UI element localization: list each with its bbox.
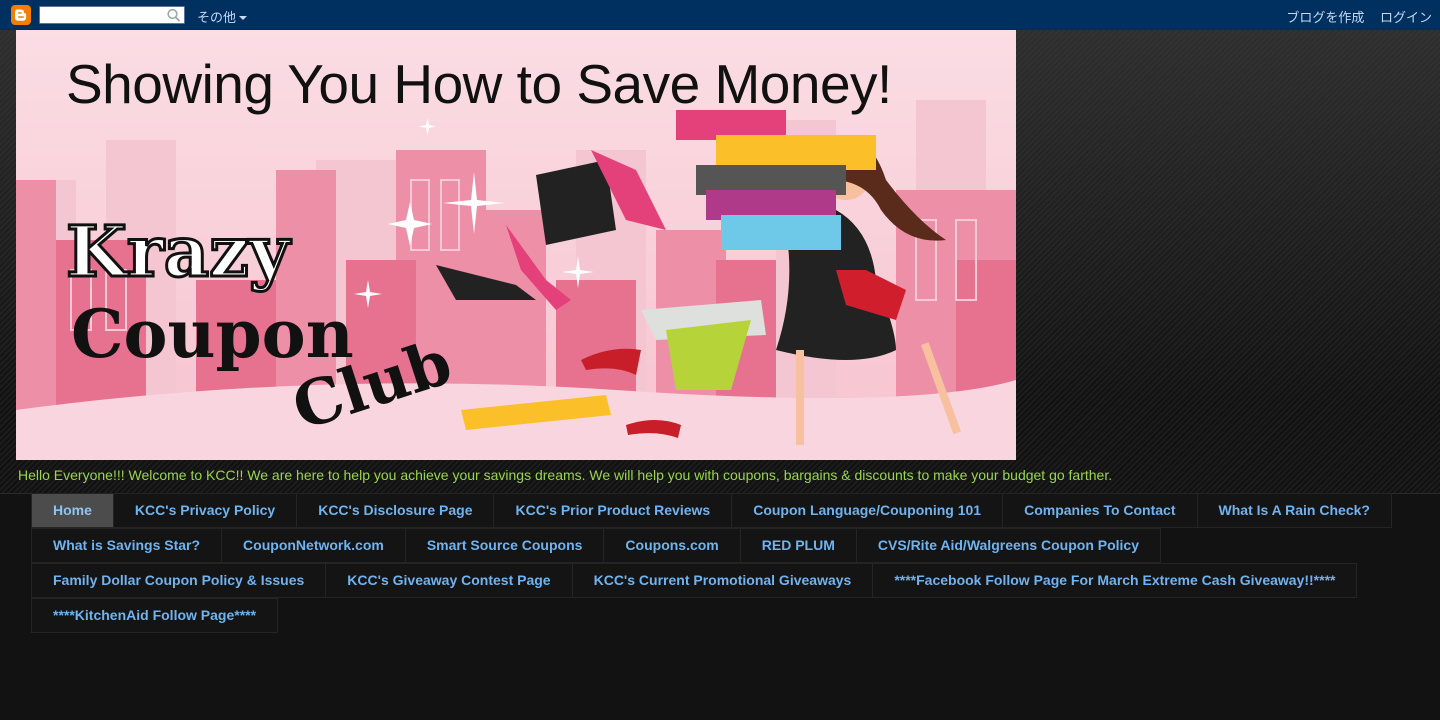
blog-description: Hello Everyone!!! Welcome to KCC!! We ar…: [18, 467, 1113, 483]
search-input[interactable]: [40, 7, 162, 23]
tab-rain-check[interactable]: What Is A Rain Check?: [1197, 493, 1392, 528]
tab-smart-source[interactable]: Smart Source Coupons: [405, 528, 605, 563]
create-blog-link[interactable]: ブログを作成: [1286, 10, 1364, 25]
tab-prior-product-reviews[interactable]: KCC's Prior Product Reviews: [494, 493, 733, 528]
login-link[interactable]: ログイン: [1380, 10, 1432, 25]
logo-krazy-text: Krazy: [65, 209, 292, 295]
tab-row-1: Home KCC's Privacy Policy KCC's Disclosu…: [31, 493, 1392, 528]
tab-promotional-giveaways[interactable]: KCC's Current Promotional Giveaways: [572, 563, 874, 598]
tab-savings-star[interactable]: What is Savings Star?: [31, 528, 223, 563]
magnifier-icon[interactable]: [166, 8, 182, 22]
page-tabs: Home KCC's Privacy Policy KCC's Disclosu…: [31, 493, 1392, 633]
more-menu-button[interactable]: その他: [197, 7, 248, 26]
more-menu-label: その他: [197, 10, 237, 25]
tab-row-3: Family Dollar Coupon Policy & Issues KCC…: [31, 563, 1392, 598]
search-box: [39, 6, 185, 24]
tab-disclosure-page[interactable]: KCC's Disclosure Page: [297, 493, 495, 528]
tab-row-2: What is Savings Star? CouponNetwork.com …: [31, 528, 1392, 563]
tab-companies-to-contact[interactable]: Companies To Contact: [1003, 493, 1198, 528]
caret-down-icon: [239, 16, 248, 20]
tab-row-4: ****KitchenAid Follow Page****: [31, 598, 1392, 633]
tab-family-dollar[interactable]: Family Dollar Coupon Policy & Issues: [31, 563, 327, 598]
blogger-icon[interactable]: [11, 5, 31, 25]
tab-red-plum[interactable]: RED PLUM: [740, 528, 857, 563]
tab-cvs-policy[interactable]: CVS/Rite Aid/Walgreens Coupon Policy: [856, 528, 1161, 563]
tab-couponnetwork[interactable]: CouponNetwork.com: [222, 528, 406, 563]
tab-home[interactable]: Home: [31, 493, 114, 528]
tab-kitchenaid-follow[interactable]: ****KitchenAid Follow Page****: [31, 598, 279, 633]
tab-coupon-language[interactable]: Coupon Language/Couponing 101: [732, 493, 1004, 528]
tab-facebook-follow[interactable]: ****Facebook Follow Page For March Extre…: [873, 563, 1358, 598]
banner-tagline: Showing You How to Save Money!: [66, 53, 892, 115]
tab-giveaway-contest[interactable]: KCC's Giveaway Contest Page: [326, 563, 573, 598]
navbar-right-links: ブログを作成 ログイン: [1274, 7, 1432, 26]
tab-coupons-com[interactable]: Coupons.com: [604, 528, 741, 563]
header-banner[interactable]: Showing You How to Save Money! Krazy Cou…: [16, 30, 1016, 460]
logo-coupon-text: Coupon: [71, 295, 354, 373]
blogger-navbar: その他 ブログを作成 ログイン: [0, 0, 1440, 30]
tab-privacy-policy[interactable]: KCC's Privacy Policy: [113, 493, 298, 528]
